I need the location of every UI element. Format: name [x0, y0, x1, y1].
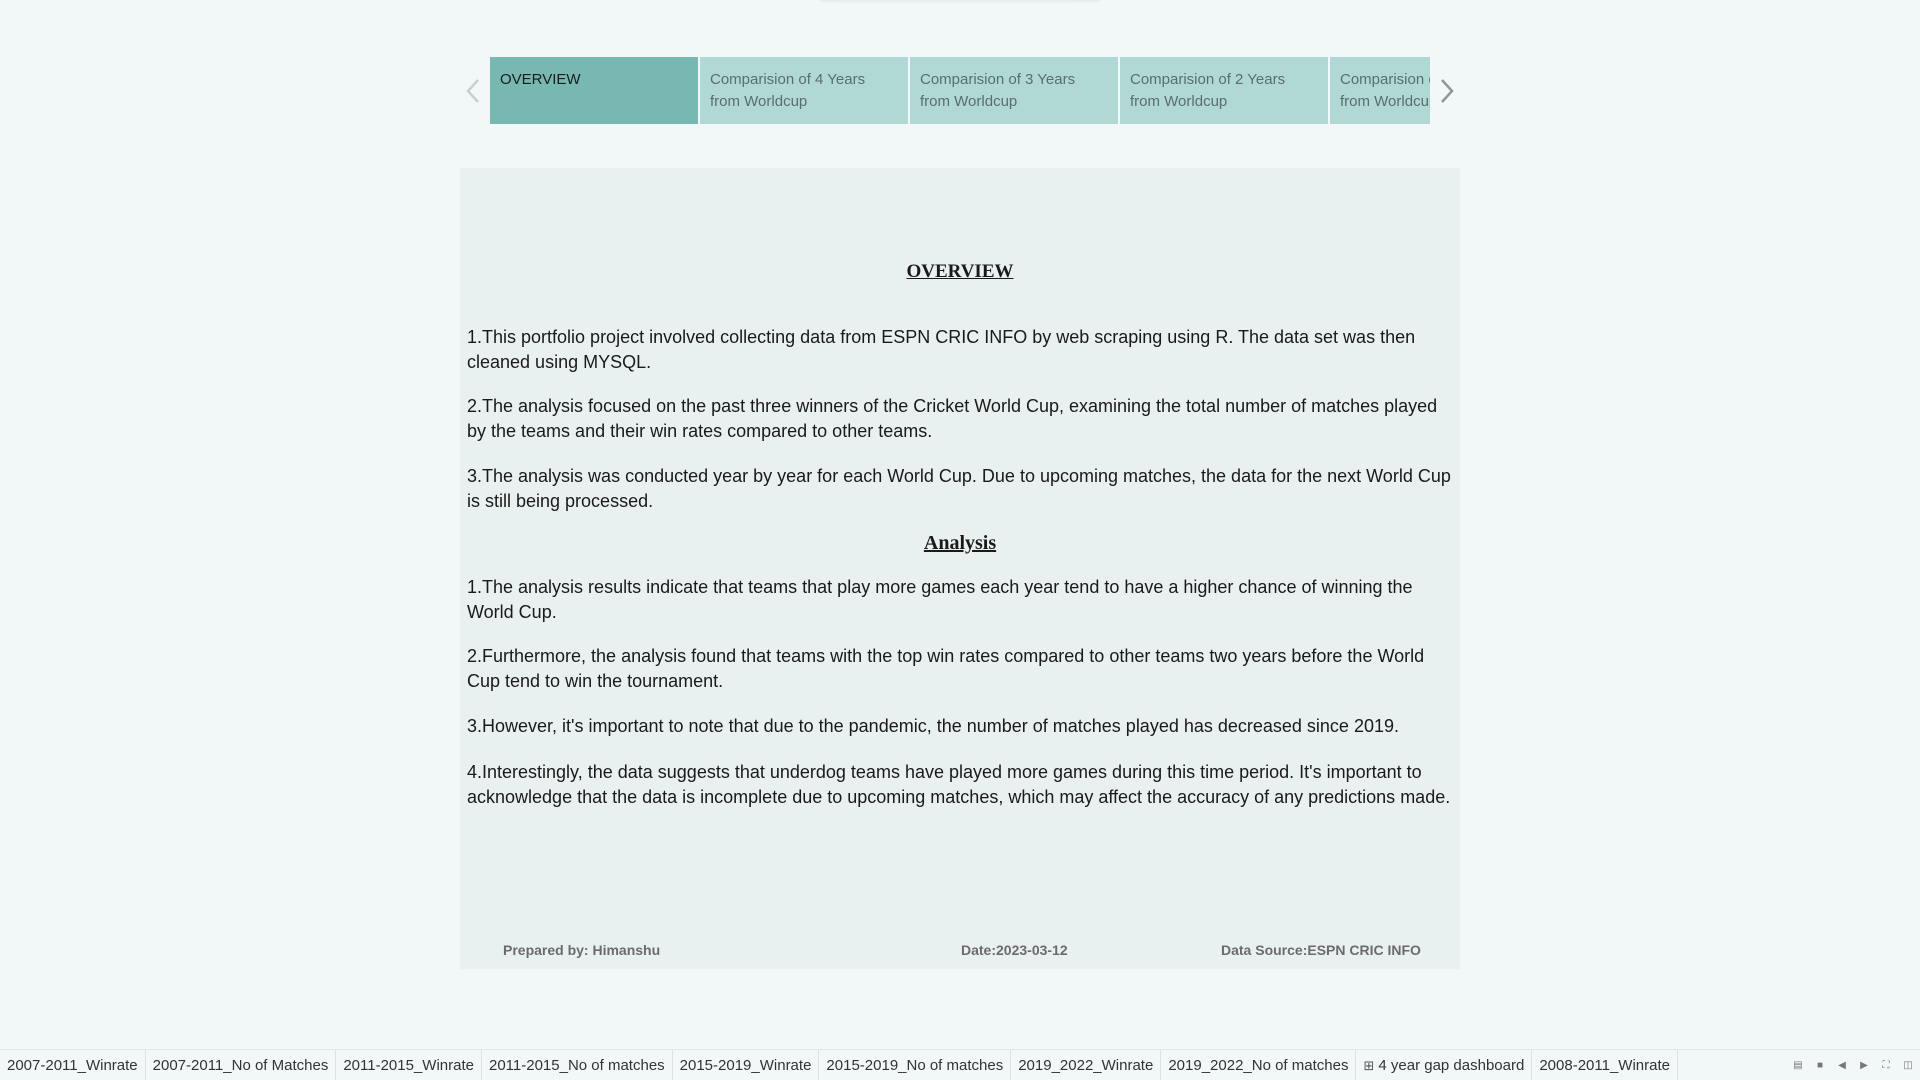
filmstrip-icon[interactable]: ■	[1812, 1057, 1828, 1073]
sheet-tab[interactable]: 2011-2015_No of matches	[482, 1050, 673, 1080]
presentation-icon[interactable]: ◫	[1900, 1057, 1916, 1073]
analysis-heading: Analysis	[923, 532, 997, 554]
story-next-button[interactable]	[1432, 57, 1462, 124]
overview-point: 2.The analysis focused on the past three…	[467, 396, 1438, 441]
tab-label: 2007-2011_Winrate	[7, 1057, 138, 1074]
sheet-tab[interactable]: 2008-2011_Winrate	[1532, 1050, 1678, 1080]
prepared-by: Prepared by: Himanshu	[503, 942, 661, 958]
dashboard-icon: ⊞	[1363, 1058, 1375, 1073]
tab-label: 4 year gap dashboard	[1378, 1057, 1525, 1074]
story-navigator: OVERVIEW Comparision of 4 Years from Worl…	[458, 57, 1458, 124]
analysis-point: 1.The analysis results indicate that tea…	[467, 577, 1413, 622]
sheet-tab[interactable]: 2015-2019_Winrate	[673, 1050, 820, 1080]
fullscreen-icon[interactable]: ⛶	[1878, 1057, 1894, 1073]
story-points: OVERVIEW Comparision of 4 Years from Worl…	[490, 57, 1430, 124]
scroll-left-icon[interactable]: ◀	[1834, 1057, 1850, 1073]
tab-label: 2011-2015_Winrate	[343, 1057, 474, 1074]
tab-label: 2015-2019_No of matches	[826, 1057, 1004, 1074]
analysis-point: 4.Interestingly, the data suggests that …	[467, 762, 1451, 807]
tab-label: 2019_2022_No of matches	[1168, 1057, 1349, 1074]
date-label: Date:2023-03-12	[961, 942, 1068, 958]
story-point-overview[interactable]: OVERVIEW	[490, 57, 698, 124]
overview-point: 3.The analysis was conducted year by yea…	[467, 466, 1451, 511]
tab-label: 2011-2015_No of matches	[488, 1057, 665, 1074]
story-point-3-years[interactable]: Comparision of 3 Years from Worldcup	[910, 57, 1118, 124]
overview-heading: OVERVIEW	[906, 261, 1014, 282]
tab-label: 2007-2011_No of Matches	[152, 1057, 329, 1074]
chevron-right-icon	[1441, 78, 1454, 103]
story-prev-button[interactable]	[458, 57, 488, 124]
analysis-point: 3.However, it's important to note that d…	[467, 716, 1399, 736]
sheet-tab[interactable]: 2019_2022_No of matches	[1161, 1050, 1357, 1080]
scroll-right-icon[interactable]: ▶	[1856, 1057, 1872, 1073]
sheet-tab[interactable]: 2019_2022_Winrate	[1011, 1050, 1162, 1080]
story-point-1-year[interactable]: Comparision of 1 Years from Worldcup	[1330, 57, 1430, 124]
analysis-point: 2.Furthermore, the analysis found that t…	[467, 646, 1425, 691]
data-source: Data Source:ESPN CRIC INFO	[1221, 942, 1421, 958]
chevron-left-icon	[466, 78, 479, 103]
sheet-tab[interactable]: 2007-2011_Winrate	[0, 1050, 146, 1080]
show-tabs-icon[interactable]: ▤	[1790, 1057, 1806, 1073]
tab-label: 2019_2022_Winrate	[1018, 1057, 1154, 1074]
sheet-tab[interactable]: 2007-2011_No of Matches	[146, 1050, 337, 1080]
sheet-tab[interactable]: 2011-2015_Winrate	[336, 1050, 482, 1080]
top-shadow	[820, 0, 1100, 4]
tab-label: 2015-2019_Winrate	[679, 1057, 812, 1074]
story-point-2-years[interactable]: Comparision of 2 Years from Worldcup	[1120, 57, 1328, 124]
dashboard-tab[interactable]: ⊞ 4 year gap dashboard	[1356, 1050, 1533, 1080]
tab-controls: ▤ ■ ◀ ▶ ⛶ ◫	[1790, 1056, 1916, 1074]
sheet-tab[interactable]: 2015-2019_No of matches	[819, 1050, 1012, 1080]
sheet-tab-bar: 2007-2011_Winrate 2007-2011_No of Matches…	[0, 1049, 1920, 1080]
overview-point: 1.This portfolio project involved collec…	[467, 327, 1416, 372]
tab-label: 2008-2011_Winrate	[1539, 1057, 1670, 1074]
overview-panel: OVERVIEW 1.This portfolio project involv…	[460, 168, 1460, 969]
story-point-4-years[interactable]: Comparision of 4 Years from Worldcup	[700, 57, 908, 124]
